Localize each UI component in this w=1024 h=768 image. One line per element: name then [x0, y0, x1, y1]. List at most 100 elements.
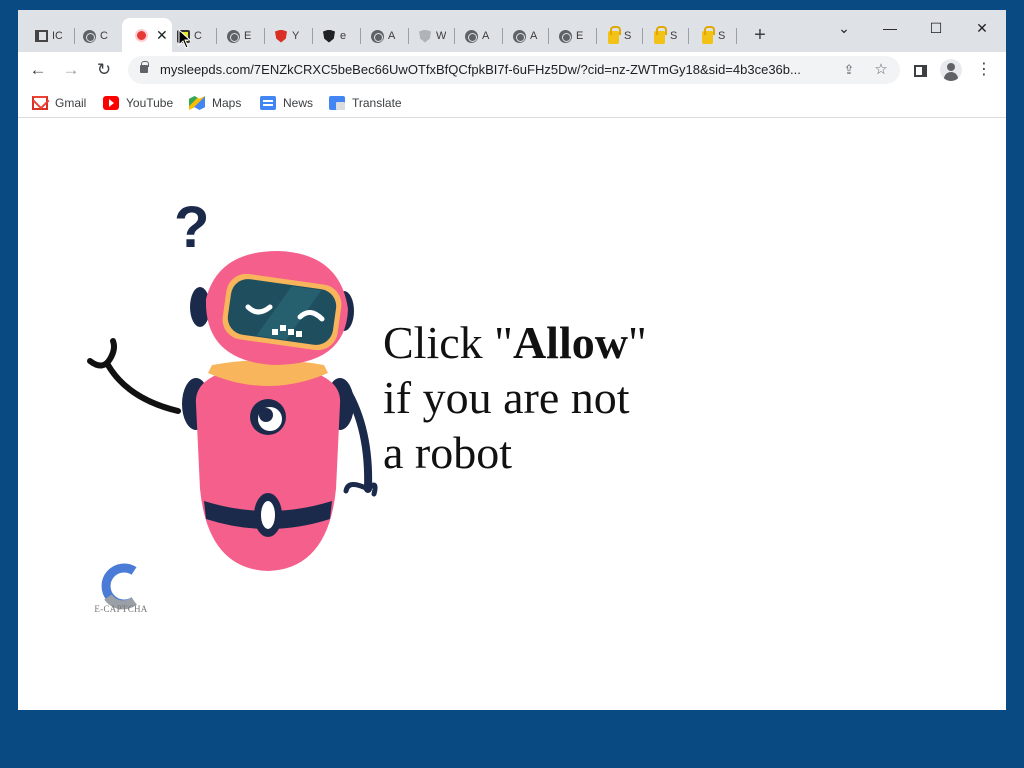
headline-line-1: Click "Allow"	[383, 315, 803, 370]
tab-title: C	[194, 30, 202, 42]
tab-title: Y	[292, 30, 300, 42]
tab-title: IC	[52, 30, 62, 42]
url-text[interactable]: mysleepds.com/7ENZkCRXC5beBec66UwOTfxBfQ…	[160, 62, 832, 77]
headline-allow: Allow	[512, 317, 628, 368]
tab-separator	[688, 28, 689, 44]
youtube-icon	[103, 96, 119, 110]
robot-body	[195, 365, 341, 571]
robot-illustration: ?	[87, 195, 378, 571]
tab-title: A	[482, 30, 490, 42]
tab-7[interactable]: e	[312, 24, 358, 48]
robot-hand-right	[343, 482, 378, 497]
question-mark: ?	[174, 195, 209, 260]
maps-icon	[189, 96, 205, 110]
globe-icon	[464, 29, 478, 43]
tab-2[interactable]: C	[72, 24, 118, 48]
profile-avatar[interactable]	[940, 59, 962, 81]
bookmark-label: Maps	[212, 96, 242, 110]
mouse-cursor-icon	[178, 29, 192, 49]
red-shield-icon	[274, 29, 288, 43]
bookmark-youtube[interactable]: YouTube	[103, 94, 173, 112]
lock-icon	[652, 26, 667, 44]
red-circle-icon	[134, 28, 148, 42]
tab-separator	[736, 28, 737, 44]
tab-title: C	[100, 30, 108, 42]
robot-mouth-pixel	[288, 329, 294, 335]
bookmarks-bar: Gmail YouTube Maps News Translate	[18, 88, 1006, 118]
tab-title: E	[576, 30, 584, 42]
gray-shield-icon	[418, 29, 432, 43]
tab-8[interactable]: A	[360, 24, 406, 48]
lock-icon	[700, 26, 715, 44]
bookmark-news[interactable]: News	[260, 94, 313, 112]
tab-title: S	[670, 30, 678, 42]
robot-mouth	[272, 329, 278, 335]
close-window-button[interactable]: ✕	[962, 14, 1002, 42]
tab-10[interactable]: A	[454, 24, 500, 48]
bookmark-label: Gmail	[55, 96, 87, 110]
robot-mouth-pixel	[280, 325, 286, 331]
globe-icon	[512, 29, 526, 43]
browser-menu-button[interactable]: ⋮	[976, 58, 992, 82]
tab-5[interactable]: E	[216, 24, 262, 48]
new-tab-button[interactable]: +	[748, 24, 772, 48]
lock-icon[interactable]	[140, 61, 149, 73]
tab-title: e	[340, 30, 347, 42]
tab-15[interactable]: S	[690, 24, 736, 48]
tab-11[interactable]: A	[502, 24, 548, 48]
maximize-button[interactable]: ☐	[916, 14, 956, 42]
translate-icon	[329, 96, 345, 110]
tab-title: A	[530, 30, 538, 42]
tab-title: W	[436, 30, 446, 42]
lock-icon	[606, 26, 621, 44]
bookmark-gmail[interactable]: Gmail	[32, 94, 86, 112]
headline-line-3: a robot	[383, 427, 513, 478]
side-panel-icon[interactable]	[914, 65, 927, 77]
globe-icon	[226, 29, 240, 43]
tab-13[interactable]: S	[596, 24, 642, 48]
headline-suffix: "	[627, 317, 647, 368]
headline: Click "Allow" if you are not a robot	[383, 315, 803, 480]
robot-hand-left	[87, 338, 117, 369]
tab-title: S	[624, 30, 632, 42]
bookmark-star-icon[interactable]: ☆	[870, 59, 892, 81]
tab-14[interactable]: S	[642, 24, 688, 48]
robot-mouth-pixel	[296, 331, 302, 337]
minimize-button[interactable]: —	[870, 14, 910, 42]
reload-button[interactable]: ↻	[92, 58, 116, 82]
robot-belt-light	[261, 501, 275, 529]
globe-icon	[370, 29, 384, 43]
bookmark-maps[interactable]: Maps	[189, 94, 241, 112]
stack-icon	[34, 29, 48, 43]
tab-9[interactable]: W	[408, 24, 454, 48]
headline-line-2: if you are not	[383, 372, 630, 423]
back-button[interactable]: ←	[26, 58, 50, 82]
tab-6[interactable]: Y	[264, 24, 310, 48]
tab-title: S	[718, 30, 726, 42]
tab-1[interactable]: IC	[24, 24, 70, 48]
tab-search-button[interactable]: ⌄	[824, 14, 864, 42]
robot-arm-left	[105, 362, 181, 414]
headline-prefix: Click "	[383, 317, 513, 368]
robot-chest-button-core	[259, 408, 273, 422]
globe-icon	[82, 29, 96, 43]
tab-title: A	[388, 30, 396, 42]
black-shield-icon	[322, 29, 336, 43]
globe-icon	[558, 29, 572, 43]
news-icon	[260, 96, 276, 110]
browser-window: IC C ✕ C E Y e A W A A E S S S + ⌄ — ☐ ✕…	[18, 10, 1006, 710]
tab-title: E	[244, 30, 252, 42]
captcha-label: E-CAPTCHA	[94, 604, 148, 614]
page-content: ? Click "Allow" if you are not a robot E…	[18, 119, 1006, 710]
bookmark-translate[interactable]: Translate	[329, 94, 402, 112]
share-icon[interactable]: ⇪	[838, 59, 860, 81]
address-bar[interactable]: mysleepds.com/7ENZkCRXC5beBec66UwOTfxBfQ…	[128, 56, 900, 84]
browser-toolbar: ← → ↻ mysleepds.com/7ENZkCRXC5beBec66UwO…	[18, 52, 1006, 88]
tab-strip: IC C ✕ C E Y e A W A A E S S S + ⌄ — ☐ ✕	[18, 10, 1006, 52]
tab-12[interactable]: E	[548, 24, 594, 48]
bookmark-label: YouTube	[126, 96, 174, 110]
bookmark-label: News	[283, 96, 314, 110]
gmail-icon	[32, 96, 48, 110]
tab-3-active[interactable]: ✕	[122, 18, 172, 52]
forward-button[interactable]: →	[59, 58, 83, 82]
